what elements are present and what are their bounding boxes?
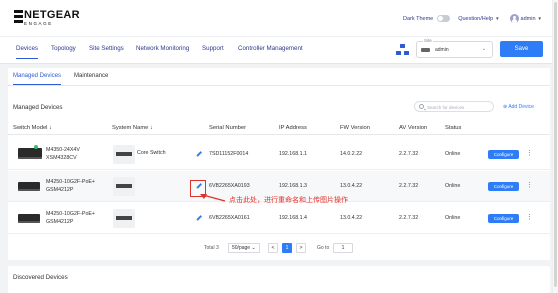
prev-page-button[interactable]: < [268,243,278,253]
sort-icon: ↓ [150,125,153,131]
arrow-icon [200,194,226,202]
per-page-select[interactable]: 50/page ⌄ [228,243,260,253]
search-input[interactable]: Search for devices [414,101,494,112]
chevron-down-icon: ▼ [495,15,500,21]
chevron-down-icon: ⌄ [251,245,256,251]
system-name: Core Switch [137,150,166,156]
tab-managed-devices[interactable]: Managed Devices [13,73,62,85]
serial-number: 6VB2265XA0193 [209,183,250,189]
ip-address: 192.168.1.3 [279,183,307,189]
tab-maintenance[interactable]: Maintenance [74,73,108,79]
nav-support[interactable]: Support [202,45,224,52]
switch-model: M4250-10G2F-PoE+ GSM4212P [46,179,96,193]
fw-version: 13.0.4.22 [340,215,363,221]
site-hierarchy-icon[interactable] [396,44,410,56]
av-version: 2.2.7.32 [399,151,419,157]
col-ip-address: IP Address [279,125,307,131]
site-select[interactable]: Site admin ⌄ [416,38,493,58]
col-serial-number: Serial Number [209,125,247,131]
tabs-divider [8,85,550,86]
goto-label: Go to [317,245,330,251]
goto-input[interactable]: 1 [333,243,353,253]
search-icon [419,104,424,109]
device-image [18,148,42,159]
switch-model: M4250-10G2F-PoE+ GSM4212P [46,211,96,225]
discovered-card: Discovered Devices [8,266,550,293]
brand-name: NETGEAR [24,9,80,21]
status-dot-icon [34,145,38,149]
next-page-button[interactable]: > [296,243,306,253]
col-fw-version: FW Version [340,125,370,131]
site-device-icon [421,48,430,52]
table-row: M4350-24X4V XSM4328CV Core Switch 7SD1115… [8,139,550,170]
edit-pencil-icon[interactable] [196,215,201,220]
brand-sub: ENGAGE [24,21,53,26]
chevron-down-icon: ▼ [537,15,542,21]
devices-card: Managed Devices Maintenance Managed Devi… [8,68,550,260]
fw-version: 14.0.2.22 [340,151,363,157]
ip-address: 192.168.1.1 [279,151,307,157]
total-count: Total 3 [204,245,219,251]
site-label: Site [423,38,433,43]
more-menu-icon[interactable]: ⋮ [526,182,533,190]
top-bar: NETGEAR ENGAGE Dark Theme Question/Help ▼… [0,0,558,36]
user-menu[interactable]: admin ▼ [521,16,542,22]
dark-theme-toggle[interactable] [437,15,451,22]
table-header: Switch Model ↓ System Name ↓ Serial Numb… [8,123,550,135]
col-switch-model[interactable]: Switch Model ↓ [13,125,52,131]
nav-topology[interactable]: Topology [51,45,76,52]
search-placeholder: Search for devices [427,104,465,110]
nav-site-settings[interactable]: Site Settings [89,45,124,52]
system-image[interactable] [113,209,135,228]
sort-icon: ↓ [49,125,53,131]
col-av-version: AV Version [399,125,428,131]
discovered-title: Discovered Devices [13,274,68,281]
configure-button[interactable]: Configure [488,182,519,191]
status-text: Online [445,151,461,157]
more-menu-icon[interactable]: ⋮ [526,214,533,222]
dark-theme-label: Dark Theme [403,15,434,22]
annotation-text: 点击此处，进行重命名和上传图片操作 [229,196,348,204]
save-button[interactable]: Save [500,41,543,57]
system-image[interactable] [113,177,135,196]
av-version: 2.2.7.32 [399,215,419,221]
page-1-button[interactable]: 1 [282,243,292,253]
switch-model: M4350-24X4V XSM4328CV [46,147,80,161]
serial-number: 7SD11152F0014 [209,151,249,157]
scrollbar-thumb[interactable] [554,2,557,287]
more-menu-icon[interactable]: ⋮ [526,150,533,158]
user-avatar-icon[interactable] [509,14,519,23]
nav-network-monitoring[interactable]: Network Monitoring [136,45,189,52]
col-system-name[interactable]: System Name ↓ [112,125,153,131]
status-text: Online [445,183,461,189]
nav-devices[interactable]: Devices [16,45,39,59]
col-status: Status [445,125,462,131]
help-menu[interactable]: Question/Help ▼ [458,16,499,22]
add-device-button[interactable]: ⊕ Add Device [503,104,534,110]
fw-version: 13.0.4.22 [340,183,363,189]
status-text: Online [445,215,461,221]
configure-button[interactable]: Configure [488,150,519,159]
serial-number: 6VB2265XA0161 [209,215,250,221]
device-image [18,214,40,223]
scrollbar[interactable] [552,0,558,293]
table-row: M4250-10G2F-PoE+ GSM4212P 6VB2265XA0161 1… [8,203,550,234]
device-image [18,182,40,191]
configure-button[interactable]: Configure [488,214,519,223]
edit-pencil-icon[interactable] [196,151,201,156]
section-title: Managed Devices [13,104,63,111]
logo-mark-icon [14,10,23,23]
chevron-down-icon: ⌄ [481,46,486,52]
system-image[interactable] [113,145,135,164]
netgear-logo: NETGEAR ENGAGE [14,10,80,27]
nav-controller-management[interactable]: Controller Management [238,45,303,52]
ip-address: 192.168.1.4 [279,215,307,221]
site-value: admin [435,47,449,53]
av-version: 2.2.7.32 [399,183,419,189]
